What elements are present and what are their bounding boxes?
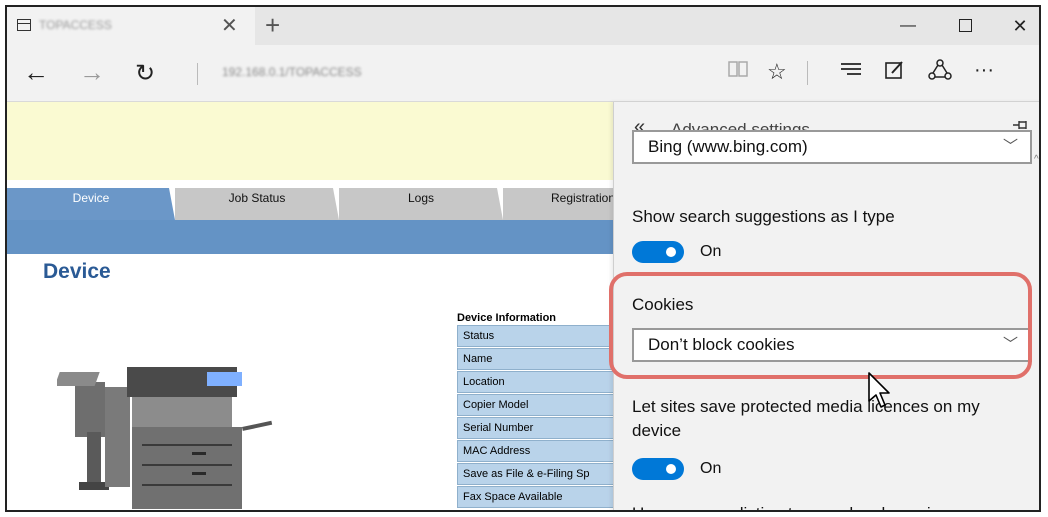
url-field[interactable]: 192.168.0.1/TOPACCESS — [222, 65, 362, 79]
web-note-icon[interactable] — [884, 59, 906, 87]
chevron-down-icon: ﹀ — [1002, 336, 1018, 353]
divider — [197, 63, 198, 85]
tab-job-status[interactable]: Job Status — [175, 188, 339, 220]
tab-logs[interactable]: Logs — [339, 188, 503, 220]
search-provider-value: Bing (www.bing.com) — [648, 137, 808, 156]
media-licenses-toggle[interactable] — [632, 458, 684, 480]
address-bar: ← → ↻ 192.168.0.1/TOPACCESS ☆ ··· — [7, 45, 1039, 102]
device-info-table: Status Name Location Copier Model Serial… — [457, 325, 619, 509]
search-provider-select[interactable]: Bing (www.bing.com) ﹀ — [632, 130, 1032, 164]
hub-icon[interactable] — [839, 59, 863, 85]
table-row: MAC Address — [457, 440, 619, 462]
table-row: Location — [457, 371, 619, 393]
more-icon[interactable]: ··· — [974, 59, 994, 82]
tab-device[interactable]: Device — [7, 188, 175, 220]
page-nav-tabs: Device Job Status Logs Registration — [7, 180, 619, 220]
table-row: Name — [457, 348, 619, 370]
search-suggestions-toggle[interactable] — [632, 241, 684, 263]
media-licenses-label: Let sites save protected media licences … — [632, 397, 980, 440]
minimize-icon[interactable]: — — [885, 7, 931, 45]
reading-view-icon[interactable] — [727, 59, 749, 85]
forward-arrow-icon[interactable]: → — [79, 57, 105, 88]
close-window-icon[interactable]: ✕ — [997, 7, 1039, 45]
search-suggestions-label: Show search suggestions as I type — [632, 207, 895, 226]
refresh-icon[interactable]: ↻ — [135, 59, 155, 88]
mouse-pointer-icon — [868, 372, 890, 408]
tab-registration[interactable]: Registration — [503, 188, 619, 220]
cookies-value: Don’t block cookies — [648, 335, 795, 354]
share-icon[interactable] — [928, 59, 952, 87]
printer-image — [57, 367, 273, 509]
close-icon[interactable]: ✕ — [221, 13, 238, 38]
chevron-down-icon: ﹀ — [1002, 138, 1018, 155]
advanced-settings-pane: « Advanced settings ^ Bing (www.bing.com… — [613, 102, 1039, 510]
back-arrow-icon[interactable]: ← — [23, 57, 49, 88]
browser-tab[interactable]: TOPACCESS ✕ — [7, 7, 255, 45]
divider — [807, 61, 808, 85]
page-title: Device — [43, 260, 111, 283]
web-page: Device Job Status Logs Registration Devi… — [7, 102, 619, 510]
table-row: Copier Model — [457, 394, 619, 416]
tab-title: TOPACCESS — [39, 18, 112, 32]
table-row: Status — [457, 325, 619, 347]
page-subnav-band — [7, 220, 619, 254]
device-info-title: Device Information — [457, 312, 557, 324]
table-row: Save as File & e-Filing Sp — [457, 463, 619, 485]
table-row: Serial Number — [457, 417, 619, 439]
tab-page-icon — [17, 19, 31, 31]
page-banner — [7, 102, 619, 180]
browser-window: TOPACCESS ✕ + — ✕ ← → ↻ 192.168.0.1/TOPA… — [5, 5, 1041, 512]
tab-bar: TOPACCESS ✕ + — ✕ — [7, 7, 1039, 45]
media-licenses-state: On — [700, 460, 722, 477]
search-suggestions-state: On — [700, 243, 722, 260]
pane-scrollbar[interactable]: ^ — [1034, 154, 1039, 510]
maximize-icon[interactable] — [942, 7, 988, 45]
table-row: Fax Space Available — [457, 486, 619, 508]
cookies-label: Cookies — [632, 295, 694, 314]
cookies-select[interactable]: Don’t block cookies ﹀ — [632, 328, 1032, 362]
plus-icon[interactable]: + — [265, 10, 280, 41]
scroll-up-icon[interactable]: ^ — [1034, 154, 1039, 165]
page-prediction-label: Use page prediction to speed up browsing — [632, 502, 950, 510]
favorite-star-icon[interactable]: ☆ — [767, 59, 787, 85]
